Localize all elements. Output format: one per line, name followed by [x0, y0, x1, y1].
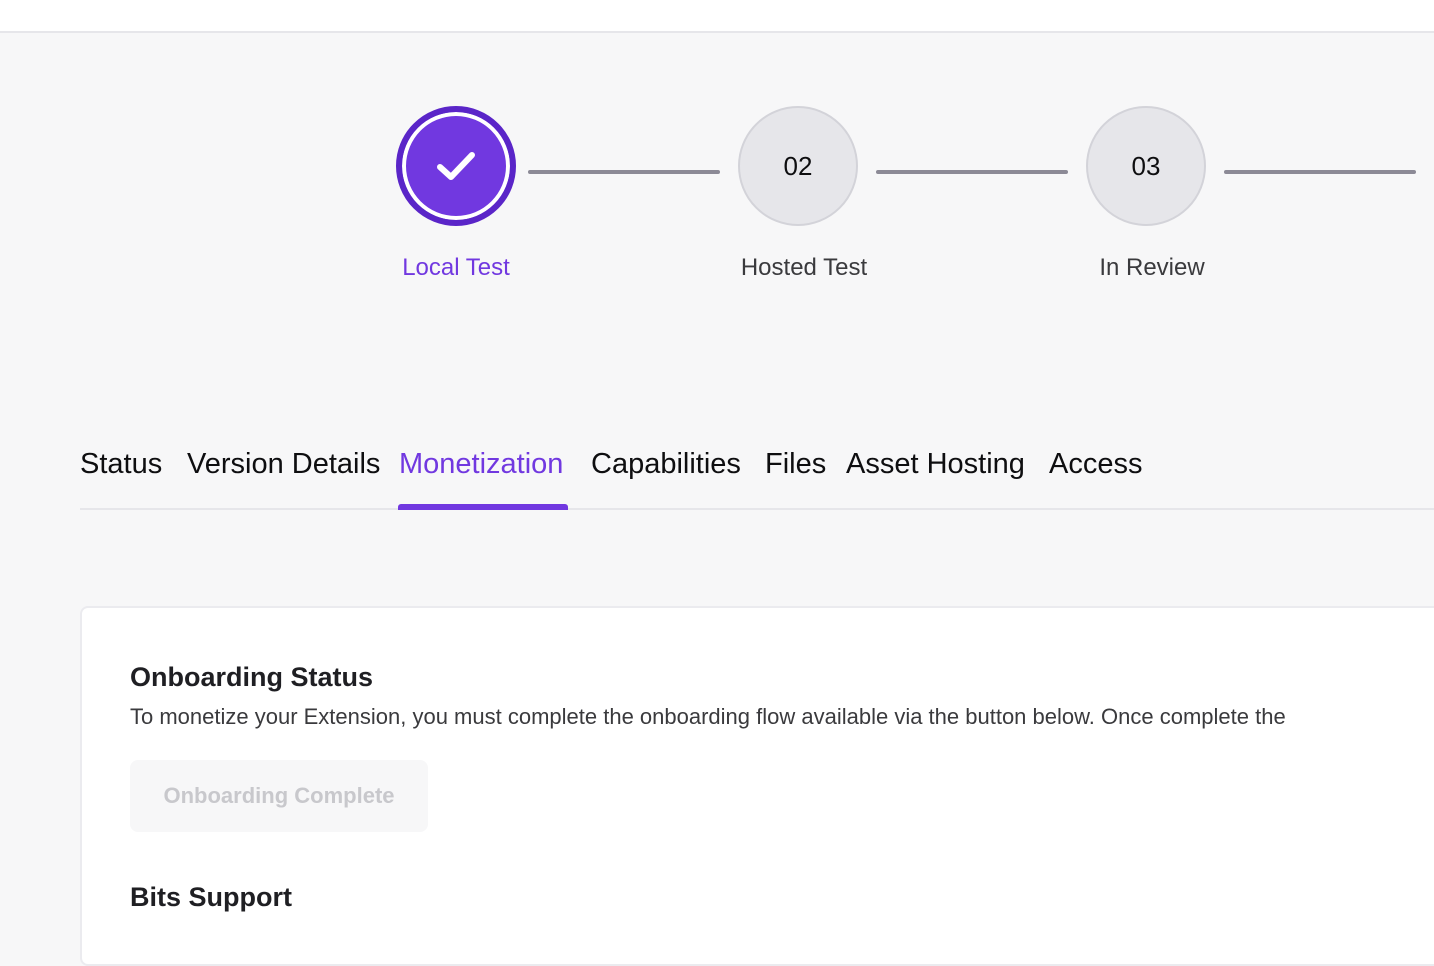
onboarding-status-heading: Onboarding Status: [130, 662, 373, 692]
onboarding-description: To monetize your Extension, you must com…: [130, 704, 1286, 729]
tab-status[interactable]: Status: [80, 440, 162, 510]
step-hosted-test-circle: 02: [738, 106, 858, 226]
bits-support-heading: Bits Support: [130, 882, 292, 912]
tab-access[interactable]: Access: [1049, 440, 1142, 510]
step-connector: [876, 170, 1068, 174]
step-local-test-circle: [396, 106, 516, 226]
tab-capabilities[interactable]: Capabilities: [591, 440, 741, 510]
step-number: 03: [1131, 150, 1161, 181]
monetization-card: Onboarding Status To monetize your Exten…: [80, 606, 1434, 966]
version-tabs: Status Version Details Monetization Capa…: [80, 440, 1434, 510]
step-connector: [528, 170, 720, 174]
checkmark-icon: [437, 152, 475, 180]
onboarding-complete-button[interactable]: Onboarding Complete: [130, 760, 428, 832]
step-label-in-review: In Review: [1099, 254, 1205, 281]
tab-version-details[interactable]: Version Details: [187, 440, 380, 510]
active-tab-indicator: [398, 504, 568, 510]
release-stepper: 02 03 Local Test Hosted Test In Review: [0, 0, 1434, 300]
step-connector: [1224, 170, 1416, 174]
tab-files[interactable]: Files: [765, 440, 826, 510]
step-label-local-test: Local Test: [402, 254, 510, 281]
step-number: 02: [783, 150, 813, 181]
step-label-hosted-test: Hosted Test: [740, 254, 868, 281]
tab-monetization[interactable]: Monetization: [399, 440, 563, 510]
tab-asset-hosting[interactable]: Asset Hosting: [846, 440, 1025, 510]
step-in-review-circle: 03: [1086, 106, 1206, 226]
